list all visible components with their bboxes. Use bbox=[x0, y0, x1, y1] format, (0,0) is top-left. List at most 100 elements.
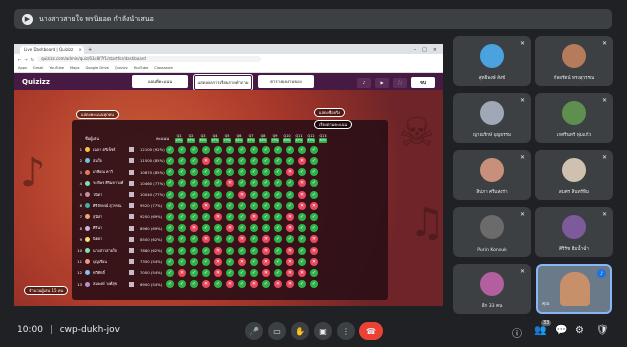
bookmark-item[interactable]: Quizizz bbox=[115, 66, 128, 70]
browser-tab-bar: Live Dashboard | Quizizz × + – □ × bbox=[14, 44, 443, 54]
question-header[interactable]: Q2 87% bbox=[187, 134, 195, 143]
question-header[interactable]: Q1 93% bbox=[175, 134, 183, 143]
player-row[interactable]: 1 เฉลา ตรีเพ็ชร์ 12100 (92%) ✓ ✓ ✓ ✓ ✓ ✓ ✓ ✓ ✓ ✓ ✓ ✓ ✓ bbox=[76, 145, 318, 155]
report-icon[interactable] bbox=[129, 270, 134, 276]
host-controls-icon[interactable]: 🛡 bbox=[596, 325, 609, 336]
end-call-button[interactable]: ☎ bbox=[359, 322, 383, 340]
bookmark-item[interactable]: Classroom bbox=[154, 66, 173, 70]
back-icon[interactable]: ← bbox=[18, 57, 21, 62]
new-tab-button[interactable]: + bbox=[88, 46, 92, 54]
question-header[interactable]: Q12 53% bbox=[307, 134, 315, 143]
participant-tile[interactable]: ✕ กัลยรัตน์ ทรงสุวรรณ bbox=[535, 36, 613, 86]
correct-icon: ✓ bbox=[274, 268, 282, 277]
info-icon[interactable]: ⓘ bbox=[512, 325, 522, 340]
col-player-name: ชื่อผู้เล่น bbox=[85, 135, 100, 141]
player-rank: 8 bbox=[79, 225, 82, 231]
minimize-icon[interactable]: – bbox=[414, 46, 417, 54]
show-names-toggle[interactable]: แสดงชื่อจริง bbox=[314, 108, 346, 117]
report-icon[interactable] bbox=[129, 281, 134, 287]
player-row[interactable]: 7 สุนิสา 9200 (69%) ✓ ✓ ✓ ✓ ✕ ✓ ✓ ✕ ✓ ✓ ✕ ✓ ✓ bbox=[76, 212, 318, 222]
music-icon[interactable]: ♪ bbox=[357, 77, 371, 88]
people-icon[interactable]: 👥 bbox=[534, 325, 546, 336]
question-header[interactable]: Q13 60% bbox=[319, 134, 327, 143]
self-tile[interactable]: คุณ ♪ bbox=[536, 264, 612, 314]
window-close-icon[interactable]: × bbox=[433, 46, 437, 54]
report-icon[interactable] bbox=[129, 180, 134, 186]
question-header[interactable]: Q3 80% bbox=[199, 134, 207, 143]
correct-icon: ✓ bbox=[250, 235, 258, 244]
reload-icon[interactable]: ↻ bbox=[31, 57, 34, 62]
wrong-icon: ✕ bbox=[298, 179, 306, 188]
question-header[interactable]: Q5 73% bbox=[223, 134, 231, 143]
camera-button[interactable]: ▭ bbox=[268, 322, 286, 340]
participant-tile[interactable]: ✕ เกศรินทร์ พุ่มแก้ว bbox=[535, 93, 613, 143]
present-button[interactable]: ▣ bbox=[314, 322, 332, 340]
participant-tile[interactable]: ✕ สุทธิพงษ์ สังข์ bbox=[453, 36, 531, 86]
bookmark-item[interactable]: Maps bbox=[70, 66, 79, 70]
tab-leaderboard[interactable]: แผนที่คะแนน bbox=[132, 75, 188, 88]
participant-name: สิปภา ศรีแสงร่า bbox=[476, 190, 508, 195]
player-row[interactable]: 5 วนิดา 10040 (77%) ✓ ✓ ✓ ✓ ✓ ✓ ✕ ✓ ✓ ✓ ✓ ✕ ✓ bbox=[76, 190, 318, 200]
question-header[interactable]: Q7 87% bbox=[247, 134, 255, 143]
report-icon[interactable] bbox=[129, 225, 134, 231]
participant-tile[interactable]: ✕ ศิริรัช ฮีมน้ำฉ่ำ bbox=[535, 207, 613, 257]
report-icon[interactable] bbox=[129, 236, 134, 242]
play-icon[interactable]: ▶ bbox=[375, 77, 389, 88]
player-row[interactable]: 10 นางสาวสายใจ 7880 (62%) ✓ ✓ ✓ ✓ ✕ ✓ ✓ ✓ ✕ ✓ ✕ ✓ ✕ bbox=[76, 246, 318, 256]
player-row[interactable]: 9 นิตยา 8500 (62%) ✓ ✓ ✓ ✕ ✓ ✓ ✕ ✓ ✕ ✓ ✓ ✓ ✕ bbox=[76, 235, 318, 245]
report-icon[interactable] bbox=[129, 192, 134, 198]
question-header[interactable]: Q11 67% bbox=[295, 134, 303, 143]
bookmark-item[interactable]: YouTube bbox=[134, 66, 149, 70]
report-icon[interactable] bbox=[129, 169, 134, 175]
player-rank: 13 bbox=[77, 281, 82, 287]
player-row[interactable]: 12 ทวีศักดิ์ 7000 (54%) ✓ ✕ ✓ ✓ ✕ ✓ ✓ ✓ ✕ ✓ ✕ ✕ ✓ bbox=[76, 268, 318, 278]
bookmark-item[interactable]: Apps bbox=[18, 66, 27, 70]
show-all-scores-toggle[interactable]: แสดงคะแนนทุกคน bbox=[76, 110, 119, 119]
mic-button[interactable]: 🎤 bbox=[245, 322, 263, 340]
participant-tile[interactable]: ✕ สมศร สินทร์ทิม bbox=[535, 150, 613, 200]
forward-icon[interactable]: → bbox=[24, 57, 27, 62]
question-accuracy: 73% bbox=[271, 138, 279, 143]
bookmark-item[interactable]: YouTube bbox=[49, 66, 64, 70]
player-row[interactable]: 2 สมใจ 11500 (85%) ✓ ✓ ✓ ✕ ✓ ✓ ✓ ✓ ✓ ✓ ✓ ✕ ✓ bbox=[76, 156, 318, 166]
report-icon[interactable] bbox=[129, 259, 134, 265]
more-options-button[interactable]: ⋮ bbox=[337, 322, 355, 340]
activities-icon[interactable]: ⚙ bbox=[575, 325, 584, 336]
player-row[interactable]: 11 บุญเรือน 7350 (54%) ✓ ✓ ✓ ✓ ✕ ✓ ✕ ✓ ✕ ✓ ✕ ✓ ✕ bbox=[76, 257, 318, 267]
bookmark-item[interactable]: Gmail bbox=[33, 66, 44, 70]
question-header[interactable]: Q6 80% bbox=[235, 134, 243, 143]
raise-hand-button[interactable]: ✋ bbox=[291, 322, 309, 340]
tab-close-icon[interactable]: × bbox=[79, 47, 82, 52]
participant-tile[interactable]: ✕ Purin Konsuk bbox=[453, 207, 531, 257]
fullscreen-icon[interactable]: ⛶ bbox=[393, 77, 407, 88]
tab-report[interactable]: ตารางผลงานของ bbox=[258, 75, 314, 88]
report-icon[interactable] bbox=[129, 203, 134, 209]
player-row[interactable]: 13 สมพงษ์ วงศ์สุข 6900 (54%) ✓ ✓ ✓ ✕ ✓ ✕ ✓ ✕ ✓ ✕ ✕ ✓ ✓ bbox=[76, 279, 318, 289]
url-field[interactable]: quizizz.com/admin/quiz/63c8f7f1/startfor… bbox=[37, 56, 262, 62]
end-quiz-button[interactable]: จบ bbox=[411, 77, 435, 88]
question-header[interactable]: Q10 80% bbox=[283, 134, 291, 143]
participant-tile[interactable]: ✕ อีก 33 คน bbox=[453, 264, 531, 314]
question-header[interactable]: Q4 67% bbox=[211, 134, 219, 143]
player-row[interactable]: 4 ระพีพร ศิริมหาวงศ์ 10460 (77%) ✓ ✓ ✓ ✓ ✓ ✕ ✓ ✓ ✓ ✓… bbox=[76, 179, 318, 189]
participant-tile[interactable]: ✕ ญาณรักษ์ บุญธรรม bbox=[453, 93, 531, 143]
tab-question-view[interactable]: แสดงผลการเรียนรายคำถาม bbox=[194, 75, 252, 90]
wrong-icon: ✕ bbox=[310, 246, 318, 255]
browser-tab[interactable]: Live Dashboard | Quizizz × bbox=[20, 46, 84, 54]
question-header[interactable]: Q9 73% bbox=[271, 134, 279, 143]
report-icon[interactable] bbox=[129, 158, 134, 164]
maximize-icon[interactable]: □ bbox=[422, 46, 427, 54]
report-icon[interactable] bbox=[129, 248, 134, 254]
player-row[interactable]: 8 ศิรินา 8960 (69%) ✓ ✓ ✕ ✓ ✓ ✕ ✓ ✓ ✓ ✓ ✕ ✓ ✓ bbox=[76, 223, 318, 233]
player-row[interactable]: 3 เกษียณ คาวี 10870 (85%) ✓ ✓ ✓ ✓ ✓ ✓ ✓ ✓ ✓ ✓ ✕ ✓ ✓ bbox=[76, 167, 318, 177]
wrong-icon: ✕ bbox=[226, 179, 234, 188]
player-row[interactable]: 6 ศิริลักษณ์ สุวรรณ 9520 (77%) ✓ ✓ ✓ ✕ ✓ ✓ ✓ ✓ ✓ ✓ ✓ ✕… bbox=[76, 201, 318, 211]
present-icon: ▶ bbox=[22, 13, 33, 25]
chat-icon[interactable]: 💬 bbox=[555, 325, 567, 336]
report-icon[interactable] bbox=[129, 147, 134, 153]
question-header[interactable]: Q8 60% bbox=[259, 134, 267, 143]
participant-tile[interactable]: ✕ สิปภา ศรีแสงร่า bbox=[453, 150, 531, 200]
report-icon[interactable] bbox=[129, 214, 134, 220]
bookmark-item[interactable]: Google Drive bbox=[86, 66, 109, 70]
sort-by-score-toggle[interactable]: เรียงตามคะแนน bbox=[314, 120, 353, 129]
